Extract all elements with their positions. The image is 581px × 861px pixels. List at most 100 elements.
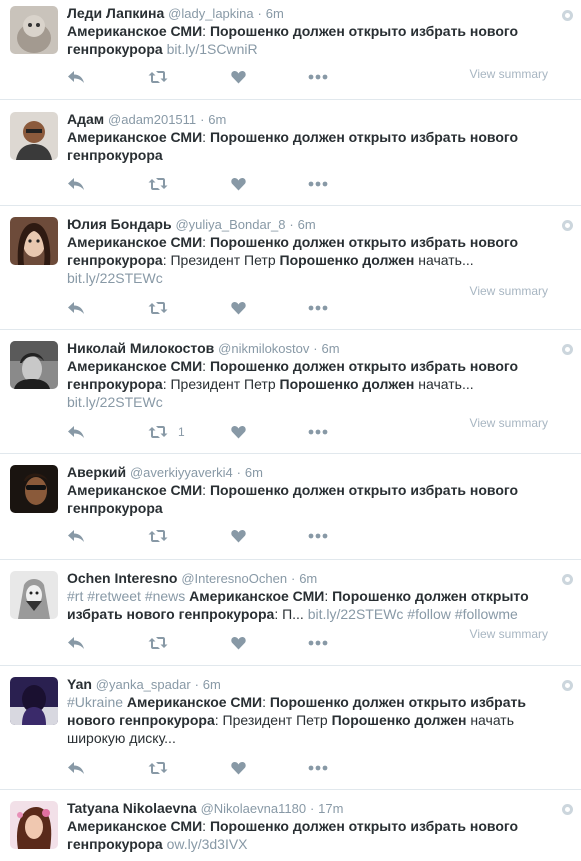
- like-button[interactable]: [231, 758, 246, 778]
- avatar[interactable]: [10, 801, 58, 849]
- like-button[interactable]: [231, 526, 246, 546]
- user-fullname[interactable]: Адам: [67, 111, 104, 127]
- heart-icon: [231, 636, 246, 650]
- more-button[interactable]: [308, 298, 328, 318]
- user-fullname[interactable]: Николай Милокостов: [67, 340, 214, 356]
- heart-icon: [231, 529, 246, 543]
- hashtags[interactable]: #Ukraine: [67, 694, 127, 710]
- view-summary-link[interactable]: View summary: [470, 284, 548, 298]
- user-handle[interactable]: @lady_lapkina: [168, 6, 253, 21]
- tweet[interactable]: Yan @yanka_spadar · 6m #Ukraine Американ…: [0, 666, 581, 790]
- text-plain: начать...: [414, 376, 474, 392]
- tweet[interactable]: Адам @adam201511 · 6m Американское СМИ: …: [0, 100, 581, 206]
- retweet-button[interactable]: [148, 526, 178, 546]
- more-button[interactable]: [308, 633, 328, 653]
- avatar[interactable]: [10, 112, 58, 160]
- like-button[interactable]: [231, 298, 246, 318]
- user-fullname[interactable]: Юлия Бондарь: [67, 216, 172, 232]
- heart-icon: [231, 177, 246, 191]
- retweet-button[interactable]: [148, 298, 178, 318]
- user-handle[interactable]: @Nikolaevna1180: [201, 801, 306, 816]
- separator: ·: [194, 677, 199, 692]
- retweet-button[interactable]: [148, 633, 178, 653]
- retweet-button[interactable]: 1: [148, 422, 185, 442]
- more-button[interactable]: [308, 526, 328, 546]
- reply-button[interactable]: [67, 298, 85, 318]
- avatar[interactable]: [10, 677, 58, 725]
- timestamp[interactable]: 17m: [318, 801, 343, 816]
- user-fullname[interactable]: Tatyana Nikolaevna: [67, 800, 197, 816]
- like-button[interactable]: [231, 67, 246, 87]
- avatar[interactable]: [10, 571, 58, 619]
- user-handle[interactable]: @yanka_spadar: [96, 677, 191, 692]
- hashtags[interactable]: #follow #followme: [403, 606, 518, 622]
- retweet-button[interactable]: [148, 758, 178, 778]
- tweet-text: Американское СМИ: Порошенко должен откры…: [67, 233, 557, 287]
- text-plain: :: [262, 694, 270, 710]
- user-handle[interactable]: @nikmilokostov: [218, 341, 309, 356]
- retweet-icon: [148, 637, 168, 649]
- heart-icon: [231, 70, 246, 84]
- user-fullname[interactable]: Ochen Interesno: [67, 570, 177, 586]
- user-fullname[interactable]: Аверкий: [67, 464, 126, 480]
- retweet-count: 1: [178, 425, 185, 439]
- more-button[interactable]: [308, 174, 328, 194]
- view-summary-link[interactable]: View summary: [470, 416, 548, 430]
- tweet[interactable]: Николай Милокостов @nikmilokostov · 6m А…: [0, 330, 581, 454]
- text-bold: Американское СМИ: [126, 694, 263, 710]
- user-handle[interactable]: @InteresnoOchen: [181, 571, 287, 586]
- more-button[interactable]: [308, 67, 328, 87]
- user-handle[interactable]: @adam201511: [108, 112, 196, 127]
- hashtags[interactable]: #rt #retweet #news: [67, 588, 189, 604]
- like-button[interactable]: [231, 174, 246, 194]
- timestamp[interactable]: 6m: [299, 571, 317, 586]
- more-button[interactable]: [308, 422, 328, 442]
- tweet-text: #rt #retweet #news Американское СМИ: Пор…: [67, 587, 557, 623]
- tweet-link[interactable]: bit.ly/22STEWc: [67, 270, 163, 286]
- tweet-link[interactable]: bit.ly/22STEWc: [308, 606, 404, 622]
- tweet[interactable]: Ochen Interesno @InteresnoOchen · 6m #rt…: [0, 560, 581, 666]
- reply-icon: [68, 302, 84, 314]
- user-handle[interactable]: @averkiyyaverki4: [130, 465, 233, 480]
- more-button[interactable]: [308, 758, 328, 778]
- user-fullname[interactable]: Леди Лапкина: [67, 5, 164, 21]
- timestamp[interactable]: 6m: [245, 465, 263, 480]
- tweet[interactable]: Юлия Бондарь @yuliya_Bondar_8 · 6m Амери…: [0, 206, 581, 330]
- tweet[interactable]: Леди Лапкина @lady_lapkina · 6m Американ…: [0, 0, 581, 100]
- tweet-link[interactable]: bit.ly/22STEWc: [67, 394, 163, 410]
- tweet[interactable]: Аверкий @averkiyyaverki4 · 6m Американск…: [0, 454, 581, 560]
- reply-button[interactable]: [67, 174, 85, 194]
- view-summary-link[interactable]: View summary: [470, 67, 548, 81]
- text-plain: :: [202, 129, 210, 145]
- timestamp[interactable]: 6m: [266, 6, 284, 21]
- timestamp[interactable]: 6m: [208, 112, 226, 127]
- tweet-link[interactable]: bit.ly/1SCwniR: [167, 41, 258, 57]
- heart-icon: [231, 761, 246, 775]
- retweet-button[interactable]: [148, 174, 178, 194]
- retweet-button[interactable]: [148, 67, 178, 87]
- globe-icon: [562, 10, 573, 21]
- avatar[interactable]: [10, 217, 58, 265]
- reply-button[interactable]: [67, 758, 85, 778]
- like-button[interactable]: [231, 422, 246, 442]
- more-icon: [308, 305, 328, 311]
- timestamp[interactable]: 6m: [322, 341, 340, 356]
- reply-button[interactable]: [67, 422, 85, 442]
- user-fullname[interactable]: Yan: [67, 676, 92, 692]
- reply-button[interactable]: [67, 526, 85, 546]
- avatar[interactable]: [10, 341, 58, 389]
- avatar[interactable]: [10, 465, 58, 513]
- reply-button[interactable]: [67, 633, 85, 653]
- text-bold: Американское СМИ: [67, 818, 203, 834]
- user-handle[interactable]: @yuliya_Bondar_8: [175, 217, 285, 232]
- tweet[interactable]: Tatyana Nikolaevna @Nikolaevna1180 · 17m…: [0, 790, 581, 861]
- timestamp[interactable]: 6m: [203, 677, 221, 692]
- like-button[interactable]: [231, 633, 246, 653]
- view-summary-link[interactable]: View summary: [470, 627, 548, 641]
- timestamp[interactable]: 6m: [298, 217, 316, 232]
- avatar[interactable]: [10, 6, 58, 54]
- tweet-feed: Леди Лапкина @lady_lapkina · 6m Американ…: [0, 0, 581, 861]
- heart-icon: [231, 301, 246, 315]
- reply-button[interactable]: [67, 67, 85, 87]
- tweet-link[interactable]: ow.ly/3d3IVX: [167, 836, 248, 852]
